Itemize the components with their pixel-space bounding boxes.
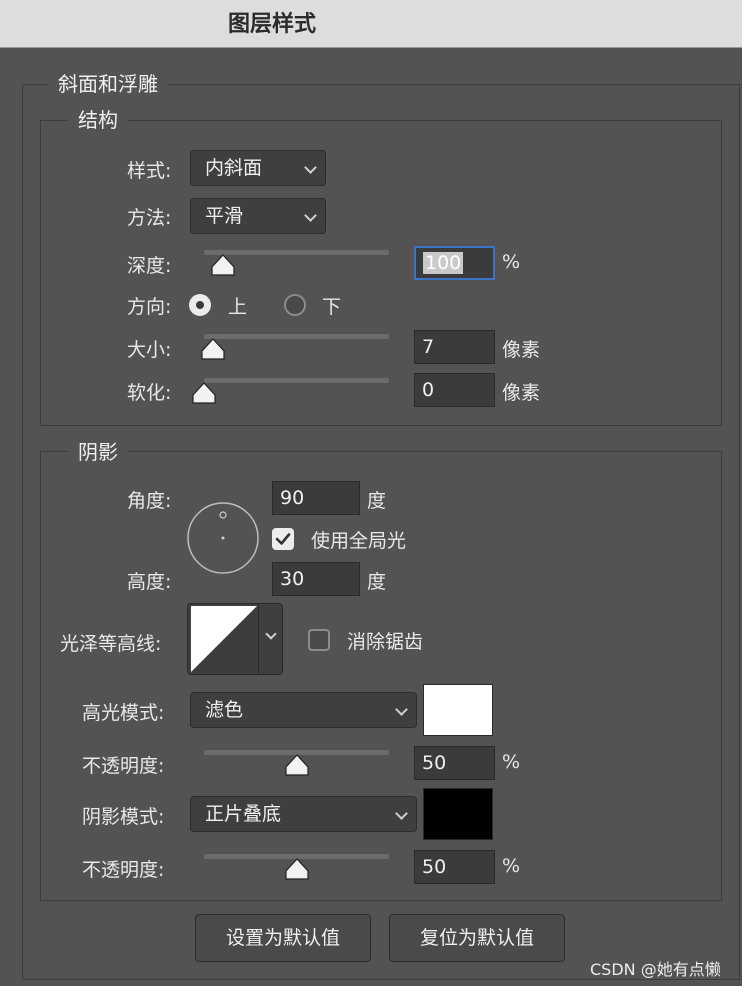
size-unit: 像素 xyxy=(502,339,541,361)
technique-label: 方法: xyxy=(127,207,172,229)
angle-label: 角度: xyxy=(127,490,172,512)
depth-input[interactable]: 100 xyxy=(414,246,495,280)
shadow-mode-label: 阴影模式: xyxy=(82,806,165,828)
anti-alias-checkbox[interactable] xyxy=(308,629,330,651)
highlight-opacity-unit: % xyxy=(502,751,521,773)
highlight-color-swatch[interactable] xyxy=(423,684,493,736)
title-bar: 图层样式 xyxy=(0,0,742,48)
highlight-opacity-slider-thumb[interactable] xyxy=(284,754,310,776)
window-title: 图层样式 xyxy=(228,12,317,37)
make-default-button[interactable]: 设置为默认值 xyxy=(195,914,371,962)
angle-unit: 度 xyxy=(367,490,387,512)
bevel-emboss-legend: 斜面和浮雕 xyxy=(48,68,168,97)
shadow-opacity-slider-thumb[interactable] xyxy=(284,858,310,880)
contour-preview-icon xyxy=(191,606,257,672)
chevron-down-icon xyxy=(395,807,408,820)
soften-slider-track[interactable] xyxy=(204,378,389,383)
angle-input[interactable]: 90 xyxy=(272,481,360,515)
shadow-color-swatch[interactable] xyxy=(423,788,493,840)
structure-legend: 结构 xyxy=(68,104,128,133)
use-global-light-checkbox[interactable] xyxy=(272,528,294,550)
style-select-value: 内斜面 xyxy=(205,157,263,179)
highlight-mode-value: 滤色 xyxy=(205,699,244,721)
highlight-mode-label: 高光模式: xyxy=(82,702,165,724)
shading-group xyxy=(40,451,722,901)
angle-dial[interactable] xyxy=(187,502,259,574)
chevron-down-icon xyxy=(265,628,277,640)
checkmark-icon xyxy=(275,533,291,545)
altitude-unit: 度 xyxy=(367,571,387,593)
shading-legend: 阴影 xyxy=(68,436,128,465)
size-slider-track[interactable] xyxy=(204,334,389,339)
chevron-down-icon xyxy=(395,703,408,716)
altitude-label: 高度: xyxy=(127,571,172,593)
direction-label: 方向: xyxy=(127,296,172,318)
highlight-mode-select[interactable]: 滤色 xyxy=(190,692,417,728)
altitude-input[interactable]: 30 xyxy=(272,562,360,596)
style-label: 样式: xyxy=(127,160,172,182)
highlight-opacity-input[interactable]: 50 xyxy=(414,746,495,780)
use-global-light-label: 使用全局光 xyxy=(311,530,407,552)
shadow-opacity-label: 不透明度: xyxy=(82,859,165,881)
size-label: 大小: xyxy=(127,339,172,361)
size-input[interactable]: 7 xyxy=(414,330,495,364)
chevron-down-icon xyxy=(304,209,317,222)
watermark: CSDN @她有点懒 xyxy=(590,960,721,979)
highlight-opacity-label: 不透明度: xyxy=(82,755,165,777)
size-slider-thumb[interactable] xyxy=(200,338,226,360)
soften-slider-thumb[interactable] xyxy=(191,382,217,404)
chevron-down-icon xyxy=(304,161,317,174)
gloss-contour-label: 光泽等高线: xyxy=(60,633,162,655)
depth-label: 深度: xyxy=(127,255,172,277)
direction-up-radio[interactable] xyxy=(189,294,211,316)
direction-down-label: 下 xyxy=(322,296,342,318)
technique-select[interactable]: 平滑 xyxy=(190,198,326,234)
anti-alias-label: 消除锯齿 xyxy=(347,631,424,653)
shadow-opacity-input[interactable]: 50 xyxy=(414,850,495,884)
shadow-mode-value: 正片叠底 xyxy=(205,803,282,825)
soften-label: 软化: xyxy=(127,382,172,404)
depth-unit: % xyxy=(502,251,521,273)
depth-value: 100 xyxy=(423,252,464,274)
soften-input[interactable]: 0 xyxy=(414,373,495,407)
shadow-mode-select[interactable]: 正片叠底 xyxy=(190,796,417,832)
style-select[interactable]: 内斜面 xyxy=(190,150,326,186)
shadow-opacity-unit: % xyxy=(502,855,521,877)
technique-select-value: 平滑 xyxy=(205,205,244,227)
reset-default-button[interactable]: 复位为默认值 xyxy=(389,914,565,962)
direction-down-radio[interactable] xyxy=(284,294,306,316)
depth-slider-thumb[interactable] xyxy=(210,254,236,276)
gloss-contour-picker[interactable] xyxy=(187,603,283,675)
direction-up-label: 上 xyxy=(228,296,248,318)
soften-unit: 像素 xyxy=(502,382,541,404)
